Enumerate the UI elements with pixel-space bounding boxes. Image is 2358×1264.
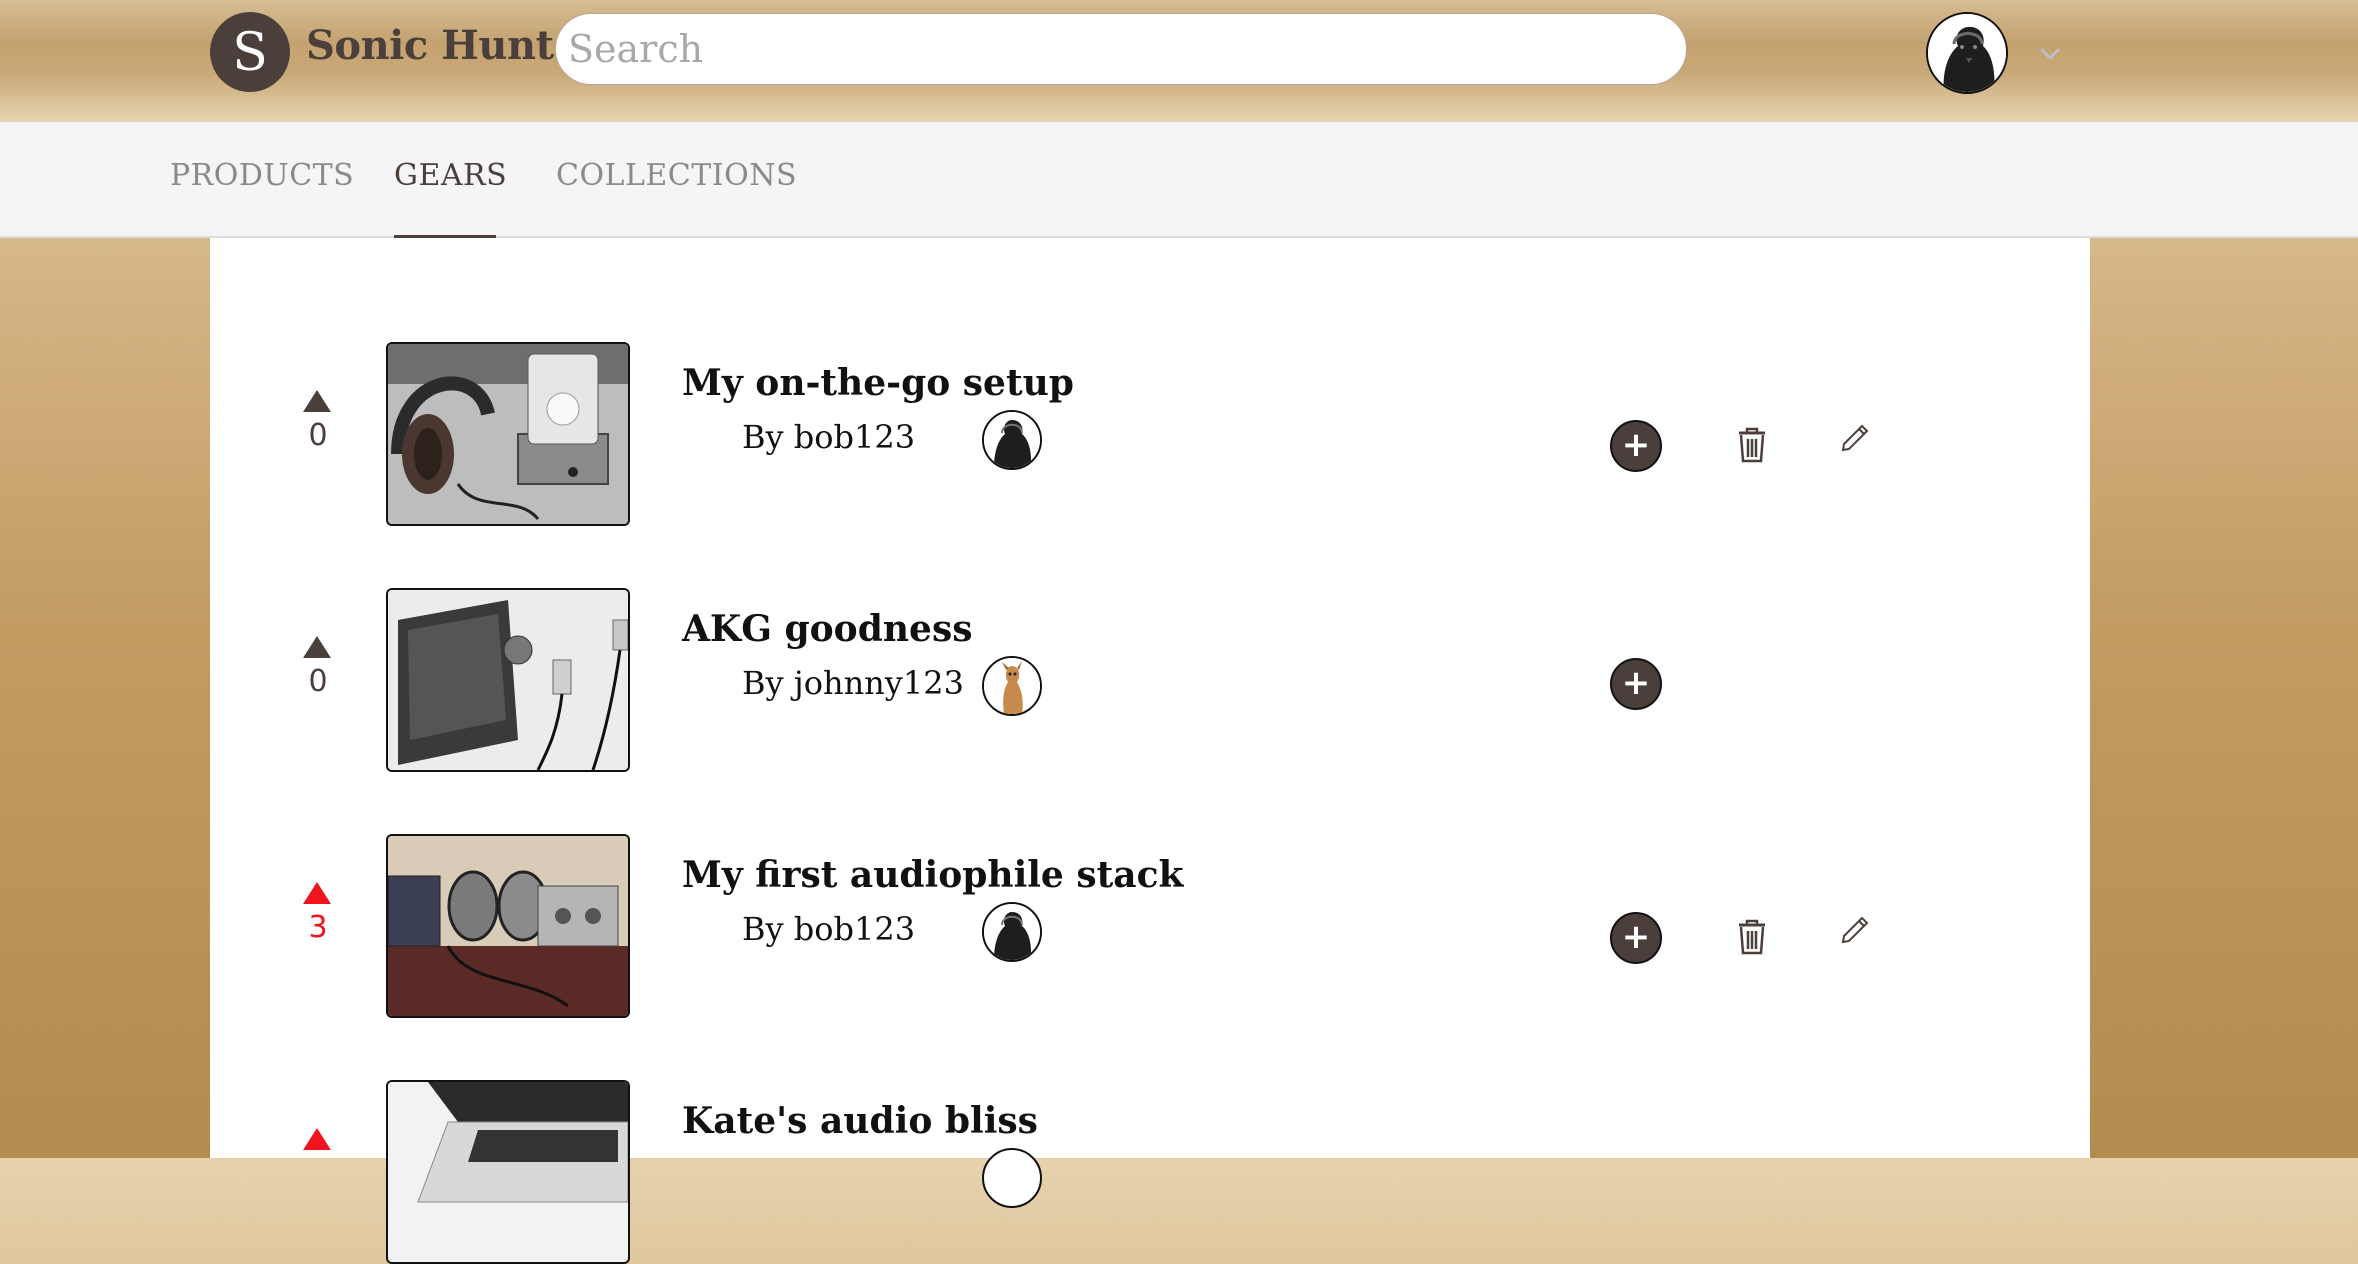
gears-list: 0 My on-the-go setup By bob123 + 0 AKG g…: [210, 238, 2090, 1264]
add-to-collection-button[interactable]: +: [1610, 658, 1662, 710]
add-to-collection-button[interactable]: +: [1610, 420, 1662, 472]
gear-author[interactable]: By johnny123: [742, 664, 964, 702]
gear-title[interactable]: My on-the-go setup: [682, 362, 1074, 404]
upvote-icon[interactable]: [303, 390, 331, 412]
trash-icon[interactable]: [1736, 426, 1768, 464]
trash-icon[interactable]: [1736, 918, 1768, 956]
gear-thumbnail[interactable]: [386, 834, 630, 1018]
gear-author[interactable]: By bob123: [742, 418, 915, 456]
add-to-collection-button[interactable]: +: [1610, 912, 1662, 964]
gear-title[interactable]: Kate's audio bliss: [682, 1100, 1038, 1142]
tab-bar: PRODUCTS GEARS COLLECTIONS: [0, 122, 2358, 238]
pencil-icon[interactable]: [1840, 420, 1872, 452]
upvote-icon[interactable]: [303, 636, 331, 658]
upvote-icon[interactable]: [303, 882, 331, 904]
upvote-icon[interactable]: [303, 1128, 331, 1150]
brand-name[interactable]: Sonic Hunt: [306, 22, 554, 69]
tab-collections[interactable]: COLLECTIONS: [556, 158, 797, 193]
chevron-down-icon[interactable]: [2040, 48, 2060, 60]
author-avatar[interactable]: [982, 410, 1042, 470]
gear-title[interactable]: AKG goodness: [682, 608, 972, 650]
list-item: Kate's audio bliss: [210, 1078, 2090, 1264]
gear-thumbnail[interactable]: [386, 1080, 630, 1264]
author-avatar[interactable]: [982, 902, 1042, 962]
gear-author[interactable]: By bob123: [742, 910, 915, 948]
gear-thumbnail[interactable]: [386, 342, 630, 526]
user-avatar[interactable]: [1926, 12, 2008, 94]
logo-icon[interactable]: S: [210, 12, 290, 92]
vote-count: 0: [308, 418, 328, 453]
author-avatar[interactable]: [982, 1148, 1042, 1208]
vote-count: 0: [308, 664, 328, 699]
top-header: S Sonic Hunt: [0, 0, 2358, 122]
vote-count: 3: [308, 910, 328, 945]
search-input[interactable]: [555, 13, 1687, 85]
tab-products[interactable]: PRODUCTS: [170, 158, 354, 193]
list-item: 3 My first audiophile stack By bob123 +: [210, 832, 2090, 1018]
gear-thumbnail[interactable]: [386, 588, 630, 772]
list-item: 0 My on-the-go setup By bob123 +: [210, 340, 2090, 526]
author-avatar[interactable]: [982, 656, 1042, 716]
list-item: 0 AKG goodness By johnny123 +: [210, 586, 2090, 772]
gear-title[interactable]: My first audiophile stack: [682, 854, 1183, 896]
tab-gears[interactable]: GEARS: [394, 158, 507, 193]
pencil-icon[interactable]: [1840, 912, 1872, 944]
